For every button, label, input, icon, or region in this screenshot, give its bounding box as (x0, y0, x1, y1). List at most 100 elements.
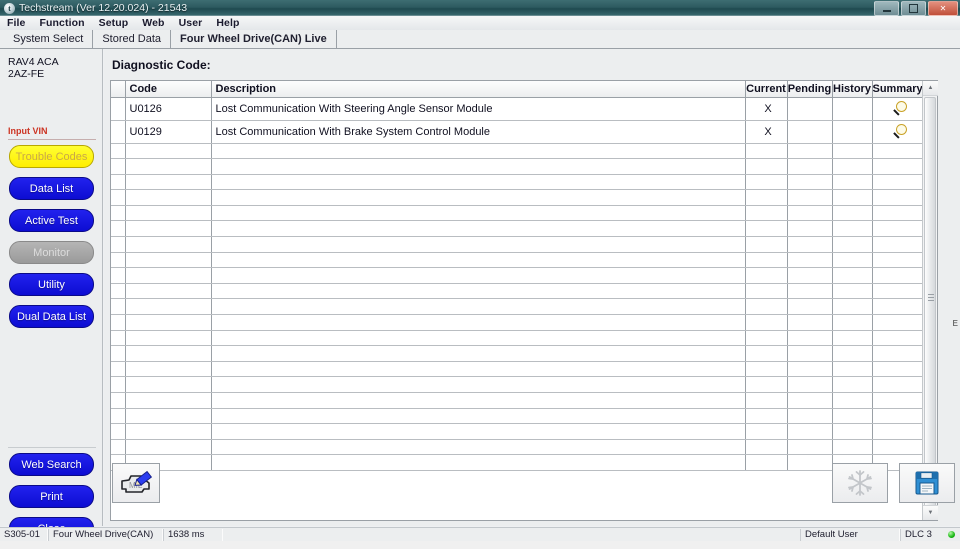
row-selector[interactable] (111, 361, 126, 378)
table-row-empty[interactable] (111, 267, 924, 284)
cell-description (211, 408, 746, 425)
table-row-empty[interactable] (111, 314, 924, 331)
cell-history (832, 392, 873, 409)
table-row-empty[interactable] (111, 283, 924, 300)
column-header-history[interactable]: History (832, 81, 873, 98)
row-selector[interactable] (111, 298, 126, 316)
table-row[interactable]: U0126 Lost Communication With Steering An… (111, 97, 924, 121)
row-selector[interactable] (111, 283, 126, 300)
table-row-empty[interactable] (111, 454, 924, 471)
row-selector[interactable] (111, 330, 126, 347)
table-row-empty[interactable] (111, 423, 924, 440)
table-row[interactable]: U0129 Lost Communication With Brake Syste… (111, 120, 924, 144)
row-selector[interactable] (111, 174, 126, 191)
row-selector[interactable] (111, 314, 126, 331)
row-selector[interactable] (111, 158, 126, 175)
table-row-empty[interactable] (111, 392, 924, 409)
table-row-empty[interactable] (111, 158, 924, 175)
tab-stored-data[interactable]: Stored Data (93, 30, 172, 48)
cell-summary[interactable] (872, 120, 924, 144)
column-header-description[interactable]: Description (211, 81, 746, 98)
table-row-empty[interactable] (111, 252, 924, 269)
mil-check-button[interactable]: MIL (112, 463, 160, 503)
cell-current: X (745, 120, 788, 144)
row-selector[interactable] (111, 143, 126, 160)
cell-current (745, 252, 788, 269)
web-search-button[interactable]: Web Search (9, 453, 94, 476)
cell-history (832, 252, 873, 269)
table-row-empty[interactable] (111, 205, 924, 222)
cell-current (745, 408, 788, 425)
menu-item-web[interactable]: Web (135, 16, 171, 30)
row-selector[interactable] (111, 376, 126, 393)
table-row-empty[interactable] (111, 143, 924, 160)
menu-item-setup[interactable]: Setup (92, 16, 136, 30)
menu-item-function[interactable]: Function (33, 16, 92, 30)
menu-item-file[interactable]: File (0, 16, 33, 30)
scroll-up-button[interactable]: ▲ (923, 81, 938, 96)
cell-code (125, 205, 212, 222)
sidebar-item-active-test[interactable]: Active Test (9, 209, 94, 232)
table-row-empty[interactable] (111, 376, 924, 393)
column-header-pending[interactable]: Pending (787, 81, 833, 98)
table-row-empty[interactable] (111, 189, 924, 206)
tab-system-select[interactable]: System Select (4, 30, 94, 48)
magnifier-icon[interactable] (892, 100, 908, 117)
sidebar-item-trouble-codes[interactable]: Trouble Codes (9, 145, 94, 168)
close-button[interactable]: ✕ (928, 1, 958, 16)
sidebar-item-data-list[interactable]: Data List (9, 177, 94, 200)
cell-summary (872, 423, 924, 440)
row-selector[interactable] (111, 97, 126, 121)
table-row-empty[interactable] (111, 236, 924, 253)
table-row-empty[interactable] (111, 408, 924, 425)
maximize-button[interactable] (901, 1, 926, 16)
table-row-empty[interactable] (111, 439, 924, 456)
cell-history (832, 120, 873, 144)
row-selector[interactable] (111, 439, 126, 456)
table-row-empty[interactable] (111, 220, 924, 238)
cell-description (211, 220, 746, 238)
column-header-code[interactable]: Code (125, 81, 212, 98)
print-button[interactable]: Print (9, 485, 94, 508)
row-selector[interactable] (111, 236, 126, 253)
cell-pending (787, 376, 833, 393)
row-selector[interactable] (111, 205, 126, 222)
row-selector[interactable] (111, 267, 126, 284)
input-vin-link[interactable]: Input VIN (8, 126, 48, 136)
scroll-thumb[interactable] (924, 97, 936, 507)
row-selector[interactable] (111, 120, 126, 144)
row-selector[interactable] (111, 345, 126, 362)
scroll-down-button[interactable]: ▼ (923, 505, 938, 520)
row-selector[interactable] (111, 408, 126, 425)
tab-four-wheel-drive-can-live[interactable]: Four Wheel Drive(CAN) Live (171, 30, 337, 48)
cell-description (211, 361, 746, 378)
column-header-current[interactable]: Current (745, 81, 788, 98)
cell-summary[interactable] (872, 97, 924, 121)
table-row-empty[interactable] (111, 330, 924, 347)
cell-code (125, 174, 212, 191)
table-row-empty[interactable] (111, 361, 924, 378)
cell-code: U0126 (125, 97, 212, 121)
grid-vertical-scrollbar[interactable]: ▲ ▼ (922, 81, 938, 520)
cell-history (832, 158, 873, 175)
sidebar-item-dual-data-list[interactable]: Dual Data List (9, 305, 94, 328)
row-selector[interactable] (111, 252, 126, 269)
techstream-logo-icon: t (4, 2, 15, 14)
row-selector[interactable] (111, 220, 126, 238)
row-selector[interactable] (111, 189, 126, 206)
cell-description (211, 423, 746, 440)
save-button[interactable] (899, 463, 955, 503)
cell-history (832, 361, 873, 378)
menu-item-user[interactable]: User (172, 16, 210, 30)
table-row-empty[interactable] (111, 345, 924, 362)
minimize-button[interactable] (874, 1, 899, 16)
table-row-empty[interactable] (111, 298, 924, 316)
row-selector[interactable] (111, 423, 126, 440)
magnifier-icon[interactable] (892, 123, 908, 140)
row-selector[interactable] (111, 392, 126, 409)
cell-description (211, 236, 746, 253)
column-header-summary[interactable]: Summary (872, 81, 924, 98)
sidebar-item-utility[interactable]: Utility (9, 273, 94, 296)
menu-item-help[interactable]: Help (209, 16, 246, 30)
table-row-empty[interactable] (111, 174, 924, 191)
